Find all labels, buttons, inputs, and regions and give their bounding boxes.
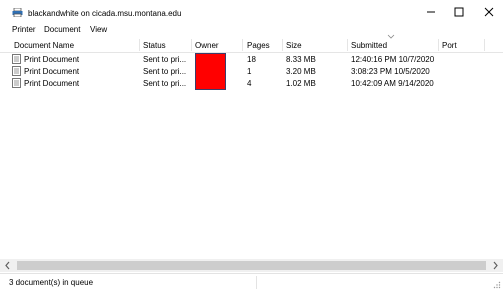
header-submitted[interactable]: Submitted [351, 41, 387, 50]
table-row[interactable]: Print Document Sent to pri... 18 8.33 MB… [0, 53, 503, 65]
size-cell: 3.20 MB [286, 67, 316, 76]
column-divider[interactable] [347, 39, 348, 51]
column-header: Document Name Status Owner Pages Size Su… [0, 34, 503, 53]
menu-bar: Printer Document View [0, 24, 503, 37]
status-cell: Sent to pri... [143, 67, 187, 76]
printer-icon [12, 8, 23, 17]
resize-grip-icon[interactable] [493, 281, 501, 289]
column-divider[interactable] [484, 39, 485, 51]
close-icon[interactable] [478, 4, 500, 20]
scroll-right-icon[interactable] [487, 259, 503, 272]
table-row[interactable]: Print Document Sent to pri... 4 1.02 MB … [0, 77, 503, 89]
status-divider [256, 276, 257, 289]
column-divider[interactable] [242, 39, 243, 51]
column-divider[interactable] [191, 39, 192, 51]
menu-document[interactable]: Document [44, 25, 80, 34]
maximize-icon[interactable] [448, 4, 470, 20]
pages-cell: 18 [247, 55, 256, 64]
horizontal-scrollbar[interactable] [0, 259, 503, 272]
window-title: blackandwhite on cicada.msu.montana.edu [28, 9, 182, 18]
status-cell: Sent to pri... [143, 55, 187, 64]
size-cell: 1.02 MB [286, 79, 316, 88]
minimize-icon[interactable] [420, 4, 442, 20]
column-divider[interactable] [139, 39, 140, 51]
title-bar: blackandwhite on cicada.msu.montana.edu [0, 0, 503, 24]
table-row[interactable]: Print Document Sent to pri... 1 3.20 MB … [0, 65, 503, 77]
document-icon [12, 78, 21, 88]
header-document-name[interactable]: Document Name [14, 41, 74, 50]
column-divider[interactable] [282, 39, 283, 51]
menu-view[interactable]: View [90, 25, 107, 34]
submitted-cell: 3:08:23 PM 10/5/2020 [351, 67, 430, 76]
column-divider[interactable] [438, 39, 439, 51]
queue-count: 3 document(s) in queue [9, 278, 94, 287]
status-cell: Sent to pri... [143, 79, 187, 88]
submitted-cell: 10:42:09 AM 9/14/2020 [351, 79, 434, 88]
menu-printer[interactable]: Printer [12, 25, 36, 34]
pages-cell: 4 [247, 79, 252, 88]
scroll-left-icon[interactable] [0, 259, 16, 272]
document-name: Print Document [24, 79, 80, 88]
header-pages[interactable]: Pages [247, 41, 270, 50]
header-size[interactable]: Size [286, 41, 302, 50]
sort-down-icon [387, 34, 395, 39]
owner-redaction [195, 53, 226, 90]
document-icon [12, 54, 21, 64]
document-icon [12, 66, 21, 76]
scrollbar-thumb[interactable] [17, 261, 486, 270]
header-status[interactable]: Status [143, 41, 166, 50]
status-bar: 3 document(s) in queue [0, 273, 503, 291]
document-name: Print Document [24, 67, 80, 76]
submitted-cell: 12:40:16 PM 10/7/2020 [351, 55, 435, 64]
pages-cell: 1 [247, 67, 252, 76]
document-name: Print Document [24, 55, 80, 64]
size-cell: 8.33 MB [286, 55, 316, 64]
header-port[interactable]: Port [442, 41, 457, 50]
header-owner[interactable]: Owner [195, 41, 219, 50]
